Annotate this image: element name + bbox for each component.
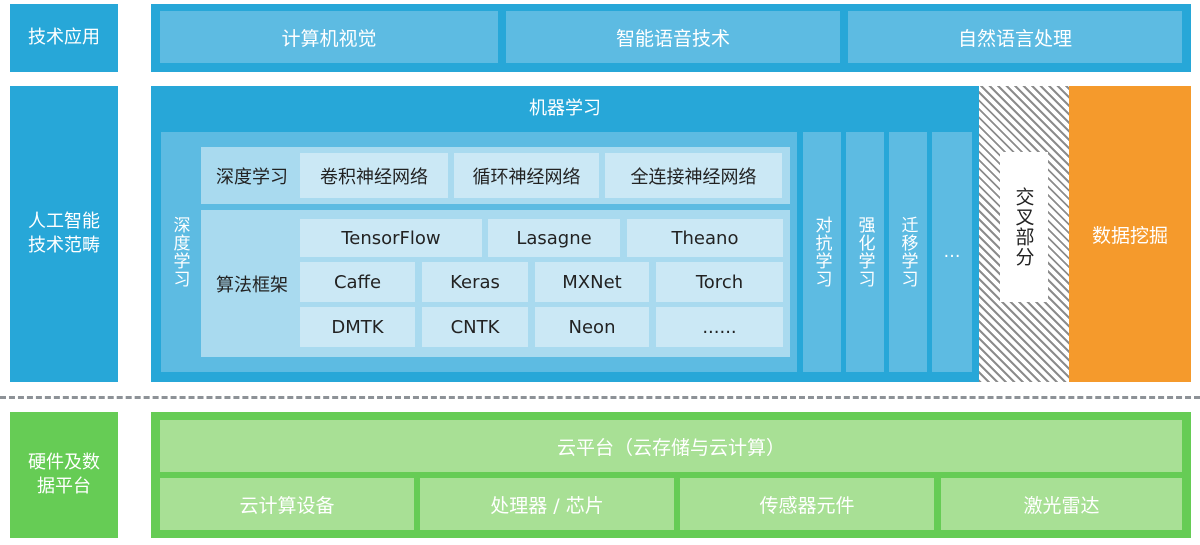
- cross-section-label: 交叉部分: [1000, 152, 1048, 302]
- application-text: 自然语言处理: [957, 27, 1072, 50]
- hardware-lidar: 激光雷达: [941, 478, 1182, 530]
- networks-label: 深度学习: [206, 147, 298, 204]
- networks-label-text: 深度学习: [216, 166, 288, 188]
- framework-dmtk: DMTK: [300, 307, 415, 347]
- framework-text: Torch: [695, 271, 744, 293]
- layer-label-hardware-platform: 硬件及数 据平台: [10, 412, 118, 538]
- cross-section-text: 交叉部分: [1012, 187, 1035, 267]
- application-speech-technology: 智能语音技术: [506, 11, 840, 63]
- ml-method-text: …: [943, 242, 961, 262]
- framework-text: DMTK: [331, 316, 384, 338]
- ml-method-text: 迁移学习: [897, 216, 918, 288]
- machine-learning-title-text: 机器学习: [529, 98, 601, 119]
- framework-mxnet: MXNet: [535, 262, 649, 302]
- data-mining-text: 数据挖掘: [1091, 224, 1168, 247]
- framework-text: CNTK: [450, 316, 500, 338]
- hardware-text: 激光雷达: [1023, 494, 1100, 517]
- hardware-text: 云计算设备: [239, 494, 335, 517]
- frameworks-label-text: 算法框架: [216, 275, 288, 296]
- framework-text: Theano: [671, 227, 739, 249]
- network-rnn: 循环神经网络: [454, 153, 599, 198]
- deep-learning-vertical-text: 深度学习: [169, 216, 190, 288]
- framework-text: Caffe: [333, 271, 382, 293]
- framework-text: Keras: [450, 271, 500, 293]
- data-mining-block: 数据挖掘: [1069, 86, 1191, 382]
- hardware-processor-chip: 处理器 / 芯片: [420, 478, 674, 530]
- application-text: 计算机视觉: [281, 27, 377, 50]
- network-text: 全连接神经网络: [630, 166, 757, 188]
- deep-learning-vertical-label: 深度学习: [161, 132, 199, 372]
- ml-method-adversarial: 对抗学习: [803, 132, 841, 372]
- layer-label-ai-category: 人工智能 技术范畴: [10, 86, 118, 382]
- cloud-platform-text: 云平台（云存储与云计算）: [556, 436, 785, 459]
- ml-method-transfer: 迁移学习: [889, 132, 927, 372]
- framework-text: ......: [702, 316, 737, 338]
- application-computer-vision: 计算机视觉: [160, 11, 498, 63]
- application-text: 智能语音技术: [615, 27, 730, 50]
- network-text: 卷积神经网络: [320, 166, 428, 188]
- framework-lasagne: Lasagne: [488, 219, 620, 257]
- framework-text: MXNet: [562, 271, 622, 293]
- framework-text: Neon: [568, 316, 616, 338]
- framework-text: TensorFlow: [341, 227, 441, 249]
- framework-tensorflow: TensorFlow: [300, 219, 482, 257]
- layer-label-ai-category-text: 人工智能 技术范畴: [28, 211, 100, 256]
- framework-torch: Torch: [656, 262, 783, 302]
- hardware-text: 处理器 / 芯片: [490, 494, 604, 517]
- framework-theano: Theano: [627, 219, 783, 257]
- network-cnn: 卷积神经网络: [300, 153, 448, 198]
- layer-label-application: 技术应用: [10, 4, 118, 72]
- cloud-platform: 云平台（云存储与云计算）: [160, 420, 1182, 472]
- network-fully-connected: 全连接神经网络: [605, 153, 782, 198]
- ml-method-more: …: [932, 132, 972, 372]
- machine-learning-title: 机器学习: [151, 90, 979, 124]
- ml-method-reinforcement: 强化学习: [846, 132, 884, 372]
- framework-caffe: Caffe: [300, 262, 415, 302]
- framework-keras: Keras: [422, 262, 528, 302]
- hardware-sensor-components: 传感器元件: [680, 478, 934, 530]
- network-text: 循环神经网络: [472, 166, 581, 188]
- layer-label-hardware-platform-text: 硬件及数 据平台: [28, 452, 100, 497]
- framework-text: Lasagne: [516, 227, 592, 249]
- hardware-text: 传感器元件: [759, 494, 855, 517]
- hardware-cloud-devices: 云计算设备: [160, 478, 414, 530]
- layer-separator-dashed-line: [0, 396, 1200, 399]
- ml-method-text: 强化学习: [854, 216, 875, 288]
- layer-label-application-text: 技术应用: [28, 27, 100, 48]
- frameworks-label: 算法框架: [206, 262, 298, 306]
- ml-method-text: 对抗学习: [811, 216, 832, 288]
- framework-cntk: CNTK: [422, 307, 528, 347]
- framework-neon: Neon: [535, 307, 649, 347]
- framework-more: ......: [656, 307, 783, 347]
- application-nlp: 自然语言处理: [848, 11, 1182, 63]
